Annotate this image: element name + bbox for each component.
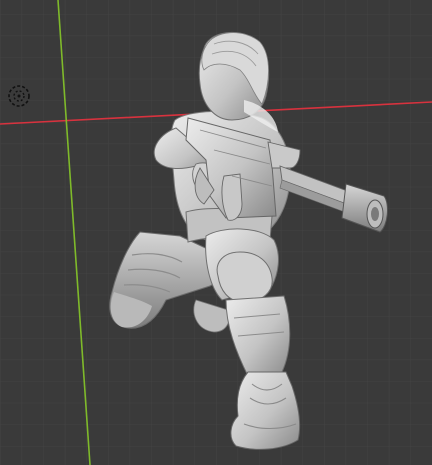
viewport-canvas[interactable] xyxy=(0,0,432,465)
front-boot xyxy=(230,371,301,450)
3d-viewport[interactable] xyxy=(0,0,432,465)
